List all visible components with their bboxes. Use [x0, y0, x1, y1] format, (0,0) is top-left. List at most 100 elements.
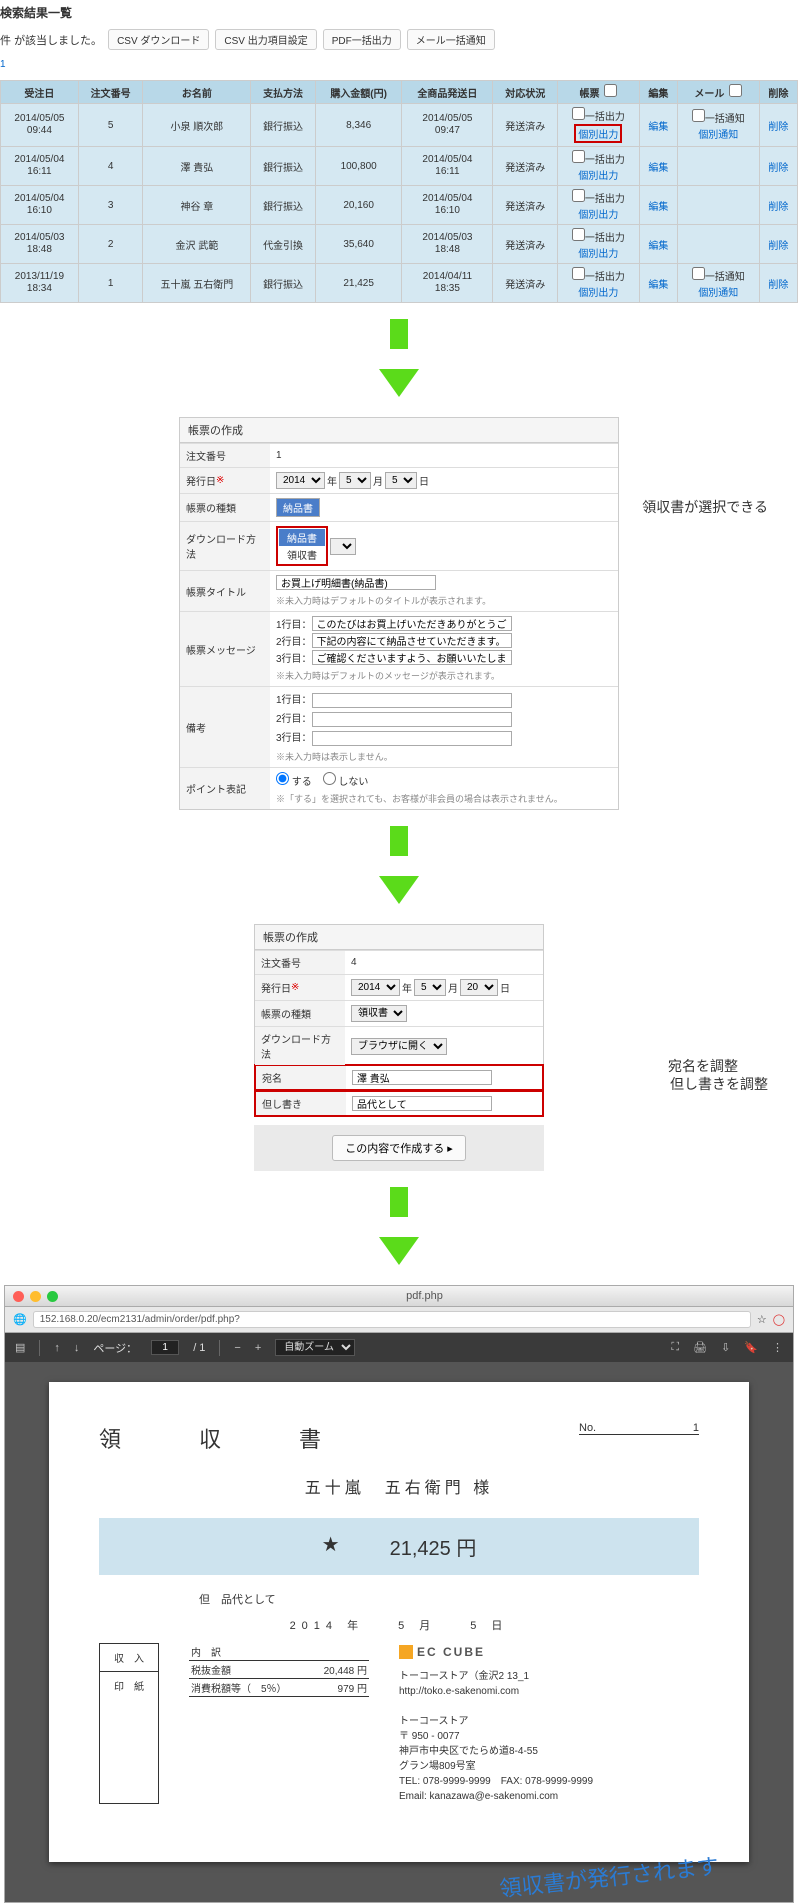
- month-select[interactable]: 5: [339, 472, 371, 489]
- browser-window: pdf.php 🌐 152.168.0.20/ecm2131/admin/ord…: [4, 1285, 794, 1903]
- bookmark-pdf-icon[interactable]: 🔖: [744, 1341, 758, 1354]
- edit-link[interactable]: 編集: [648, 202, 668, 213]
- ikkatsu-output-checkbox[interactable]: 一括出力: [572, 267, 625, 283]
- page-label: ページ：: [93, 1340, 137, 1356]
- batch-report-checkbox[interactable]: [604, 84, 617, 97]
- remark-1-input[interactable]: [312, 693, 512, 708]
- zoom-select[interactable]: 自動ズーム: [275, 1339, 355, 1356]
- kobetsu-output-link[interactable]: 個別出力: [578, 245, 618, 260]
- edit-link[interactable]: 編集: [648, 241, 668, 252]
- col-header: 帳票: [558, 81, 640, 104]
- atena-label: 宛名: [256, 1066, 346, 1089]
- edit-link[interactable]: 編集: [648, 122, 668, 133]
- ikkatsu-notice-checkbox[interactable]: 一括通知: [692, 109, 745, 125]
- f2-type-label: 帳票の種類: [255, 1001, 345, 1026]
- minimize-window-icon[interactable]: [30, 1291, 41, 1302]
- point-no-radio[interactable]: しない: [323, 777, 369, 788]
- csv-config-button[interactable]: CSV 出力項目設定: [215, 29, 316, 50]
- issue-date-label: 発行日※: [180, 468, 270, 493]
- delete-link[interactable]: 削除: [768, 202, 788, 213]
- bookmark-icon[interactable]: ☆: [757, 1313, 767, 1326]
- remark-3-input[interactable]: [312, 731, 512, 746]
- page-number-input[interactable]: [151, 1340, 179, 1355]
- edit-link[interactable]: 編集: [648, 280, 668, 291]
- receipt-tadashi: 但 品代として: [199, 1591, 699, 1607]
- mail-batch-button[interactable]: メール一括通知: [407, 29, 495, 50]
- page-total: / 1: [193, 1342, 205, 1354]
- col-header: お名前: [143, 81, 251, 104]
- kobetsu-output-link[interactable]: 個別出力: [574, 124, 622, 143]
- company-info: EC CUBE トーコーストア（金沢2 13_1 http://toko.e-s…: [399, 1643, 593, 1804]
- receipt-date: 2014 年 5 月 5 日: [99, 1617, 699, 1633]
- point-note: ※「する」を選択されても、お客様が非会員の場合は表示されません。: [276, 792, 563, 805]
- msg-line1-input[interactable]: [312, 616, 512, 631]
- zoom-in-icon[interactable]: +: [255, 1342, 261, 1354]
- close-window-icon[interactable]: [13, 1291, 24, 1302]
- delete-link[interactable]: 削除: [768, 122, 788, 133]
- f2-issue-date-label: 発行日※: [255, 975, 345, 1000]
- tools-icon[interactable]: ⋮: [772, 1341, 783, 1354]
- delete-link[interactable]: 削除: [768, 241, 788, 252]
- report-type-select[interactable]: 納品書: [276, 498, 320, 517]
- remark-2-input[interactable]: [312, 712, 512, 727]
- kobetsu-notice-link[interactable]: 個別通知: [698, 126, 738, 141]
- download-dropdown[interactable]: 納品書 領収書: [276, 526, 328, 566]
- kobetsu-output-link[interactable]: 個別出力: [578, 206, 618, 221]
- kobetsu-output-link[interactable]: 個別出力: [578, 284, 618, 299]
- f2-day-select[interactable]: 20: [460, 979, 498, 996]
- report-title-input[interactable]: [276, 575, 436, 590]
- table-row: 2014/05/0416:103神谷 章銀行振込20,1602014/05/04…: [1, 186, 798, 225]
- maximize-window-icon[interactable]: [47, 1291, 58, 1302]
- order-no-value: 1: [270, 444, 618, 467]
- pdf-toolbar: ▤ ↑ ↓ ページ： / 1 − + 自動ズーム ⛶ 🖨 ⇩ 🔖 ⋮: [5, 1333, 793, 1362]
- report-title-label: 帳票タイトル: [180, 571, 270, 611]
- col-header: 編集: [639, 81, 677, 104]
- col-header: メール: [677, 81, 759, 104]
- edit-link[interactable]: 編集: [648, 163, 668, 174]
- page-1-link[interactable]: 1: [0, 59, 6, 70]
- ikkatsu-output-checkbox[interactable]: 一括出力: [572, 107, 625, 123]
- year-select[interactable]: 2014: [276, 472, 325, 489]
- page-up-icon[interactable]: ↑: [54, 1342, 60, 1354]
- ikkatsu-notice-checkbox[interactable]: 一括通知: [692, 267, 745, 283]
- day-select[interactable]: 5: [385, 472, 417, 489]
- batch-mail-checkbox[interactable]: [729, 84, 742, 97]
- tadashi-input[interactable]: [352, 1096, 492, 1111]
- browser-tab-title: pdf.php: [64, 1290, 785, 1302]
- url-input[interactable]: 152.168.0.20/ecm2131/admin/order/pdf.php…: [33, 1311, 751, 1328]
- f2-dl-select[interactable]: ブラウザに開く: [351, 1038, 447, 1055]
- kobetsu-notice-link[interactable]: 個別通知: [698, 284, 738, 299]
- f2-month-select[interactable]: 5: [414, 979, 446, 996]
- receipt-amount-box: ★21,425 円: [99, 1518, 699, 1575]
- zoom-out-icon[interactable]: −: [234, 1342, 240, 1354]
- pdf-batch-button[interactable]: PDF一括出力: [323, 29, 401, 50]
- receipt-number: No.1: [579, 1422, 699, 1435]
- arrow-down-icon: [379, 319, 419, 397]
- msg-line2-input[interactable]: [312, 633, 512, 648]
- print-icon[interactable]: 🖨: [693, 1341, 707, 1354]
- page-down-icon[interactable]: ↓: [74, 1342, 80, 1354]
- remark-note: ※未入力時は表示しません。: [276, 750, 393, 763]
- download-icon[interactable]: ⇩: [721, 1341, 730, 1354]
- sidebar-toggle-icon[interactable]: ▤: [15, 1341, 25, 1354]
- ikkatsu-output-checkbox[interactable]: 一括出力: [572, 189, 625, 205]
- fullscreen-icon[interactable]: ⛶: [671, 1341, 679, 1354]
- download-secondary-select[interactable]: [330, 538, 356, 555]
- title-note: ※未入力時はデフォルトのタイトルが表示されます。: [276, 594, 491, 607]
- delete-link[interactable]: 削除: [768, 163, 788, 174]
- delete-link[interactable]: 削除: [768, 280, 788, 291]
- annotation-atena: 宛名を調整: [668, 1056, 738, 1076]
- receipt-recipient: 五十嵐 五右衛門 様: [99, 1474, 699, 1498]
- ikkatsu-output-checkbox[interactable]: 一括出力: [572, 228, 625, 244]
- ikkatsu-output-checkbox[interactable]: 一括出力: [572, 150, 625, 166]
- point-yes-radio[interactable]: する: [276, 777, 312, 788]
- kobetsu-output-link[interactable]: 個別出力: [578, 167, 618, 182]
- msg-line3-input[interactable]: [312, 650, 512, 665]
- order-no-label: 注文番号: [180, 444, 270, 467]
- f2-year-select[interactable]: 2014: [351, 979, 400, 996]
- csv-download-button[interactable]: CSV ダウンロード: [108, 29, 209, 50]
- atena-input[interactable]: [352, 1070, 492, 1085]
- revenue-stamp-box: 収 入印 紙: [99, 1643, 159, 1804]
- f2-type-select[interactable]: 領収書: [351, 1005, 407, 1022]
- create-submit-button[interactable]: この内容で作成する ▸: [332, 1135, 466, 1161]
